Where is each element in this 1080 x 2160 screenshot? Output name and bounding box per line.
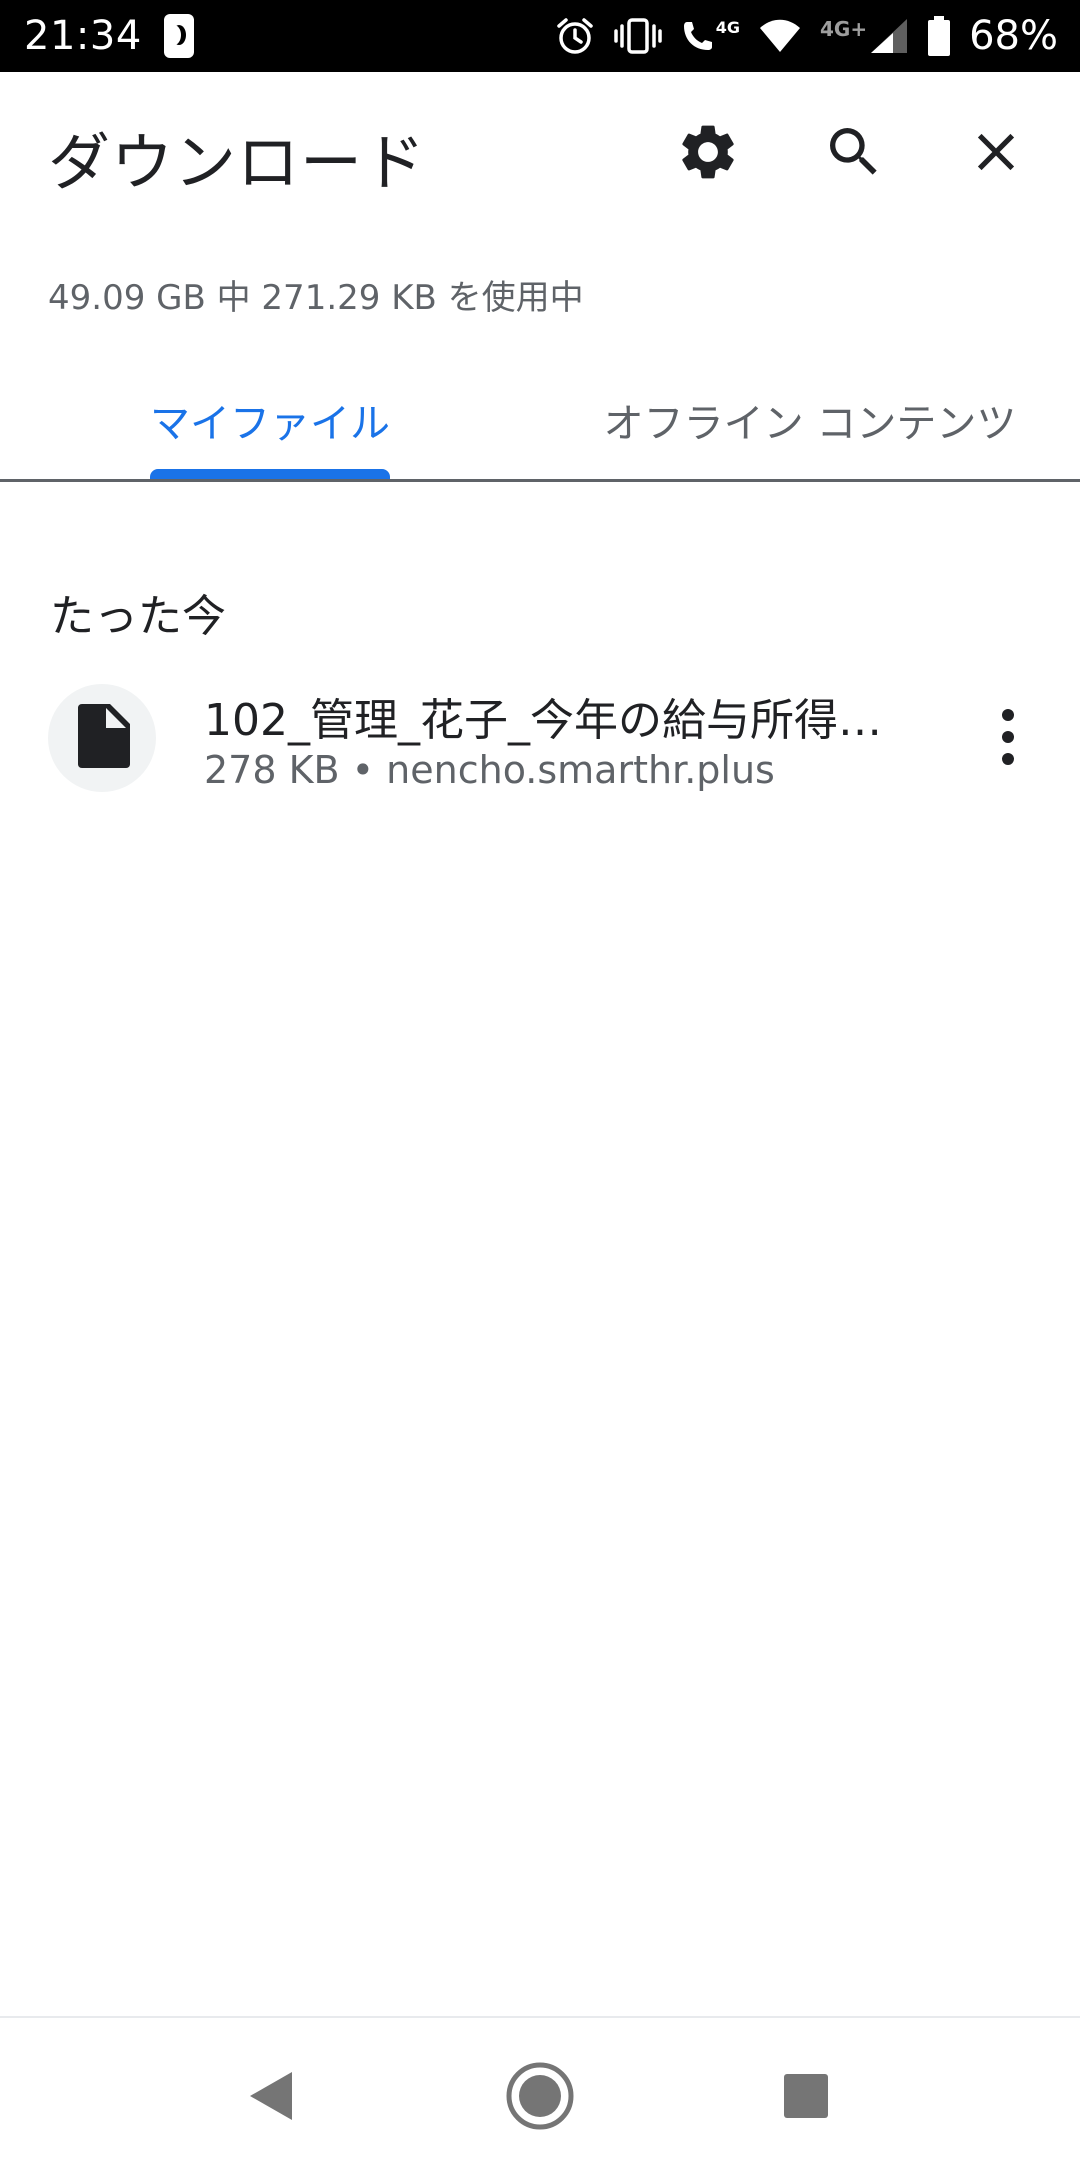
settings-button[interactable] bbox=[668, 114, 748, 194]
battery-percent: 68% bbox=[969, 13, 1058, 59]
page-title: ダウンロード bbox=[48, 126, 427, 199]
tab-bar: マイファイル オフライン コンテンツ bbox=[0, 360, 1080, 482]
section-header-just-now: たった今 bbox=[50, 591, 226, 642]
close-button[interactable] bbox=[956, 114, 1036, 194]
file-icon bbox=[74, 704, 130, 772]
back-icon bbox=[244, 2068, 296, 2128]
recents-icon bbox=[782, 2072, 830, 2124]
downloads-screen: 21:34 4G 4G+ 68% ダウンロード 49.09 GB 中 271.2… bbox=[0, 0, 1080, 2160]
download-list-item[interactable]: 102_管理_花子_今年の給与所得… 278 KB • nencho.smart… bbox=[0, 664, 1080, 810]
home-icon bbox=[505, 2061, 575, 2135]
file-name: 102_管理_花子_今年の給与所得… bbox=[204, 695, 882, 746]
system-navigation-bar bbox=[0, 2016, 1080, 2160]
close-icon bbox=[965, 121, 1027, 187]
file-meta: 278 KB • nencho.smarthr.plus bbox=[204, 748, 775, 792]
gear-icon bbox=[675, 119, 741, 189]
storage-usage-text: 49.09 GB 中 271.29 KB を使用中 bbox=[48, 278, 584, 318]
search-icon bbox=[822, 120, 886, 188]
battery-icon bbox=[927, 15, 951, 57]
signal-icon: 4G+ bbox=[820, 17, 909, 55]
alarm-icon bbox=[555, 16, 595, 56]
do-not-disturb-icon bbox=[163, 14, 194, 58]
network-label: 4G bbox=[715, 18, 740, 37]
status-bar-left: 21:34 bbox=[24, 13, 194, 59]
status-bar-right: 4G 4G+ 68% bbox=[555, 13, 1058, 59]
more-options-button[interactable] bbox=[978, 694, 1038, 784]
app-header: ダウンロード bbox=[0, 72, 1080, 236]
volte-call-icon: 4G bbox=[681, 18, 740, 54]
network-label-secondary: 4G+ bbox=[820, 17, 868, 41]
status-time: 21:34 bbox=[24, 13, 142, 59]
tab-selected-indicator bbox=[150, 469, 390, 479]
tab-offline-content[interactable]: オフライン コンテンツ bbox=[590, 380, 1030, 460]
search-button[interactable] bbox=[814, 114, 894, 194]
wifi-icon bbox=[758, 18, 802, 54]
home-button[interactable] bbox=[490, 2048, 590, 2148]
recents-button[interactable] bbox=[756, 2048, 856, 2148]
more-vert-icon bbox=[998, 707, 1018, 771]
file-icon-container bbox=[48, 684, 156, 792]
vibrate-icon bbox=[613, 16, 663, 56]
status-bar: 21:34 4G 4G+ 68% bbox=[0, 0, 1080, 72]
tab-my-files[interactable]: マイファイル bbox=[130, 380, 410, 460]
back-button[interactable] bbox=[220, 2048, 320, 2148]
